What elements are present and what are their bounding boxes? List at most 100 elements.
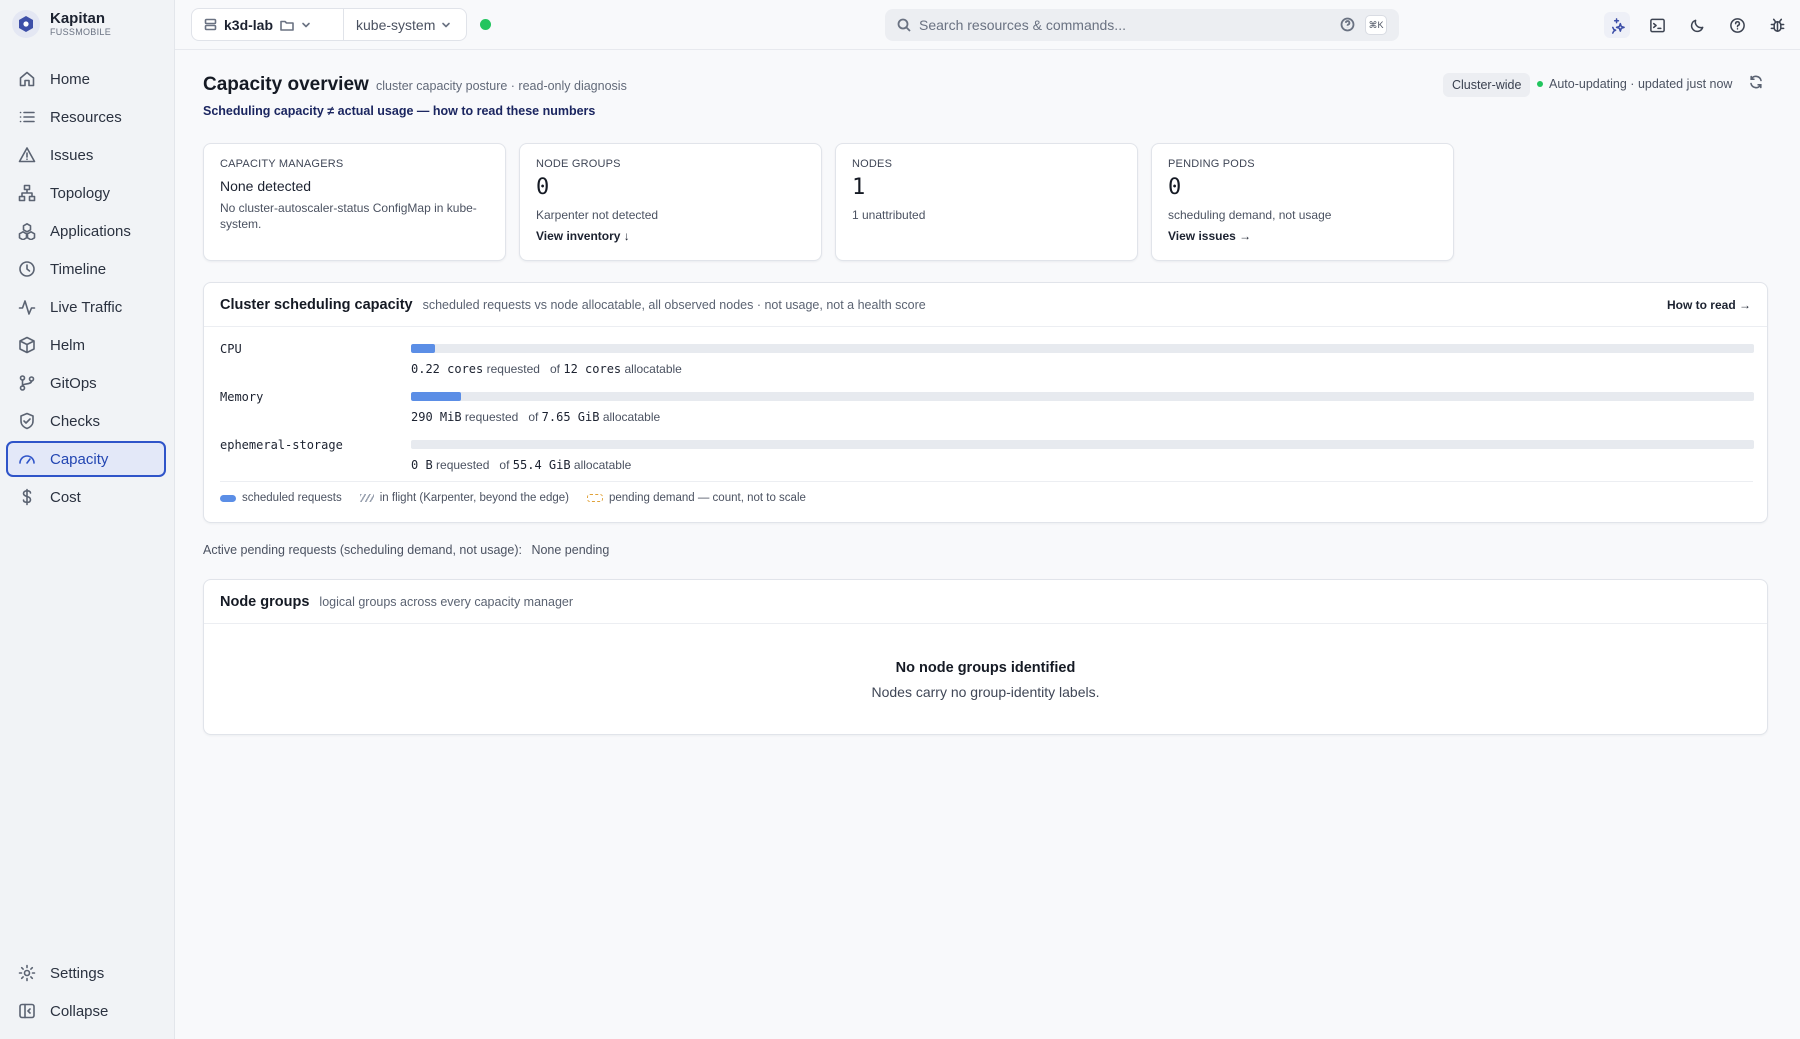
sidebar-item-label: Checks — [50, 412, 101, 430]
kapitan-logo-icon — [12, 10, 40, 38]
capacity-bar — [411, 344, 1754, 353]
help-button[interactable] — [1724, 12, 1750, 38]
requested-fill — [411, 344, 436, 353]
sidebar-item-capacity[interactable]: Capacity — [6, 441, 166, 477]
scope-badge: Cluster-wide — [1443, 73, 1531, 97]
sidebar-item-label: Capacity — [50, 450, 109, 468]
terminal-icon — [1649, 18, 1665, 32]
panel-header: Cluster scheduling capacity scheduled re… — [204, 283, 1767, 327]
allocatable-value: 55.4 GiB — [512, 458, 571, 472]
panel-subtitle: scheduled requests vs node allocatable, … — [422, 297, 926, 312]
help-circle-icon[interactable] — [1340, 17, 1355, 32]
search-bar[interactable]: Search resources & commands... ⌘K — [885, 9, 1399, 41]
sidebar-bottom: Settings Collapse — [6, 955, 166, 1031]
panel-title: Cluster scheduling capacity — [220, 296, 413, 313]
scheduling-capacity-panel: Cluster scheduling capacity scheduled re… — [203, 282, 1768, 523]
card-value: None detected — [220, 178, 312, 194]
resource-row-ephemeral-storage: ephemeral-storage 0 B requested of 55.4 … — [220, 436, 1755, 476]
capacity-managers-card: CAPACITY MANAGERS None detected No clust… — [203, 143, 506, 261]
shortcut-hint: ⌘K — [1365, 15, 1387, 35]
shield-check-icon — [20, 412, 34, 430]
sidebar-item-issues[interactable]: Issues — [6, 137, 166, 173]
legend-label: pending demand — count, not to scale — [608, 492, 806, 504]
warning-triangle-icon — [18, 147, 36, 163]
page-subtitle: cluster capacity posture · read-only dia… — [376, 79, 627, 93]
sidebar-item-label: Live Traffic — [50, 298, 123, 316]
card-note: scheduling demand, not usage — [1168, 208, 1332, 222]
of-label: of — [549, 362, 560, 376]
view-issues-link[interactable]: View issues → — [1168, 229, 1437, 243]
requested-label: requested — [464, 410, 519, 424]
card-note: Karpenter not detected — [536, 208, 659, 222]
sidebar-item-resources[interactable]: Resources — [6, 99, 166, 135]
namespace-selector[interactable]: kube-system — [344, 17, 466, 33]
sidebar-item-home[interactable]: Home — [6, 61, 166, 97]
sidebar-item-label: GitOps — [50, 374, 97, 392]
pending-pods-card: PENDING PODS 0 scheduling demand, not us… — [1151, 143, 1454, 261]
requested-value: 0.22 cores — [411, 362, 484, 376]
resource-summary: 0.22 cores requested of 12 cores allocat… — [411, 362, 682, 376]
view-inventory-link[interactable]: View inventory ↓ — [536, 229, 805, 243]
pending-requests-value: None pending — [531, 543, 610, 557]
card-note: 1 unattributed — [852, 208, 926, 222]
sidebar-item-timeline[interactable]: Timeline — [6, 251, 166, 287]
sidebar-item-applications[interactable]: Applications — [6, 213, 166, 249]
sidebar-item-helm[interactable]: Helm — [6, 327, 166, 363]
resource-summary: 290 MiB requested of 7.65 GiB allocatabl… — [411, 410, 660, 424]
auto-update-status: Auto-updating · updated just now — [1537, 77, 1732, 91]
legend-label: scheduled requests — [242, 492, 342, 504]
ai-assistant-button[interactable] — [1604, 12, 1630, 38]
how-to-read-link[interactable]: Scheduling capacity ≠ actual usage — how… — [203, 104, 595, 118]
of-label: of — [528, 410, 539, 424]
chevron-down-icon — [302, 22, 310, 27]
sidebar-item-cost[interactable]: Cost — [6, 479, 166, 515]
requested-label: requested — [486, 362, 540, 376]
sidebar-item-label: Topology — [50, 184, 111, 202]
capacity-bar — [411, 440, 1754, 449]
chevron-down-icon — [442, 22, 451, 27]
card-label: NODES — [852, 158, 893, 170]
how-to-read-button[interactable]: How to read → — [1667, 298, 1751, 312]
requested-value: 290 MiB — [411, 410, 462, 424]
card-note: No cluster-autoscaler-status ConfigMap i… — [220, 201, 477, 231]
namespace-name: kube-system — [356, 16, 436, 33]
resource-row-cpu: CPU 0.22 cores requested of 12 cores all… — [220, 340, 1755, 380]
cluster-selector[interactable]: k3d-lab — [192, 9, 344, 40]
sidebar-item-checks[interactable]: Checks — [6, 403, 166, 439]
cluster-name: k3d-lab — [224, 16, 274, 33]
sidebar-item-live-traffic[interactable]: Live Traffic — [6, 289, 166, 325]
pending-requests-label: Active pending requests (scheduling dema… — [203, 543, 522, 557]
sidebar-item-label: Cost — [50, 488, 81, 506]
legend-scheduled: scheduled requests — [220, 492, 342, 504]
sidebar-item-collapse[interactable]: Collapse — [6, 993, 166, 1029]
pending-swatch — [586, 494, 603, 502]
card-label: CAPACITY MANAGERS — [220, 158, 344, 170]
sidebar-item-label: Issues — [50, 146, 94, 164]
refresh-button[interactable] — [1748, 74, 1764, 95]
sidebar-item-gitops[interactable]: GitOps — [6, 365, 166, 401]
top-actions — [1604, 12, 1790, 38]
connection-status-dot — [480, 19, 491, 30]
card-value: 0 — [1168, 175, 1182, 200]
help-circle-icon — [1729, 17, 1745, 33]
refresh-icon — [1750, 75, 1762, 89]
context-selector: k3d-lab kube-system — [191, 8, 467, 41]
debug-button[interactable] — [1764, 12, 1790, 38]
sidebar-item-settings[interactable]: Settings — [6, 955, 166, 991]
brand[interactable]: Kapitan FUSSMOBILE — [12, 10, 111, 38]
terminal-button[interactable] — [1644, 12, 1670, 38]
resource-name: CPU — [220, 342, 242, 356]
sidebar-item-topology[interactable]: Topology — [6, 175, 166, 211]
scheduled-swatch — [220, 494, 236, 502]
allocatable-label: allocatable — [602, 410, 661, 424]
folder-icon — [280, 20, 294, 31]
of-label: of — [499, 458, 510, 472]
theme-toggle-button[interactable] — [1684, 12, 1710, 38]
gear-icon — [18, 964, 36, 982]
auto-update-text: Auto-updating · updated just now — [1549, 77, 1733, 91]
card-label: NODE GROUPS — [536, 158, 621, 170]
sidebar: Kapitan FUSSMOBILE Home Resources Issues… — [0, 0, 175, 1039]
capacity-bar — [411, 392, 1754, 401]
resource-summary: 0 B requested of 55.4 GiB allocatable — [411, 458, 631, 472]
package-icon — [19, 336, 35, 354]
